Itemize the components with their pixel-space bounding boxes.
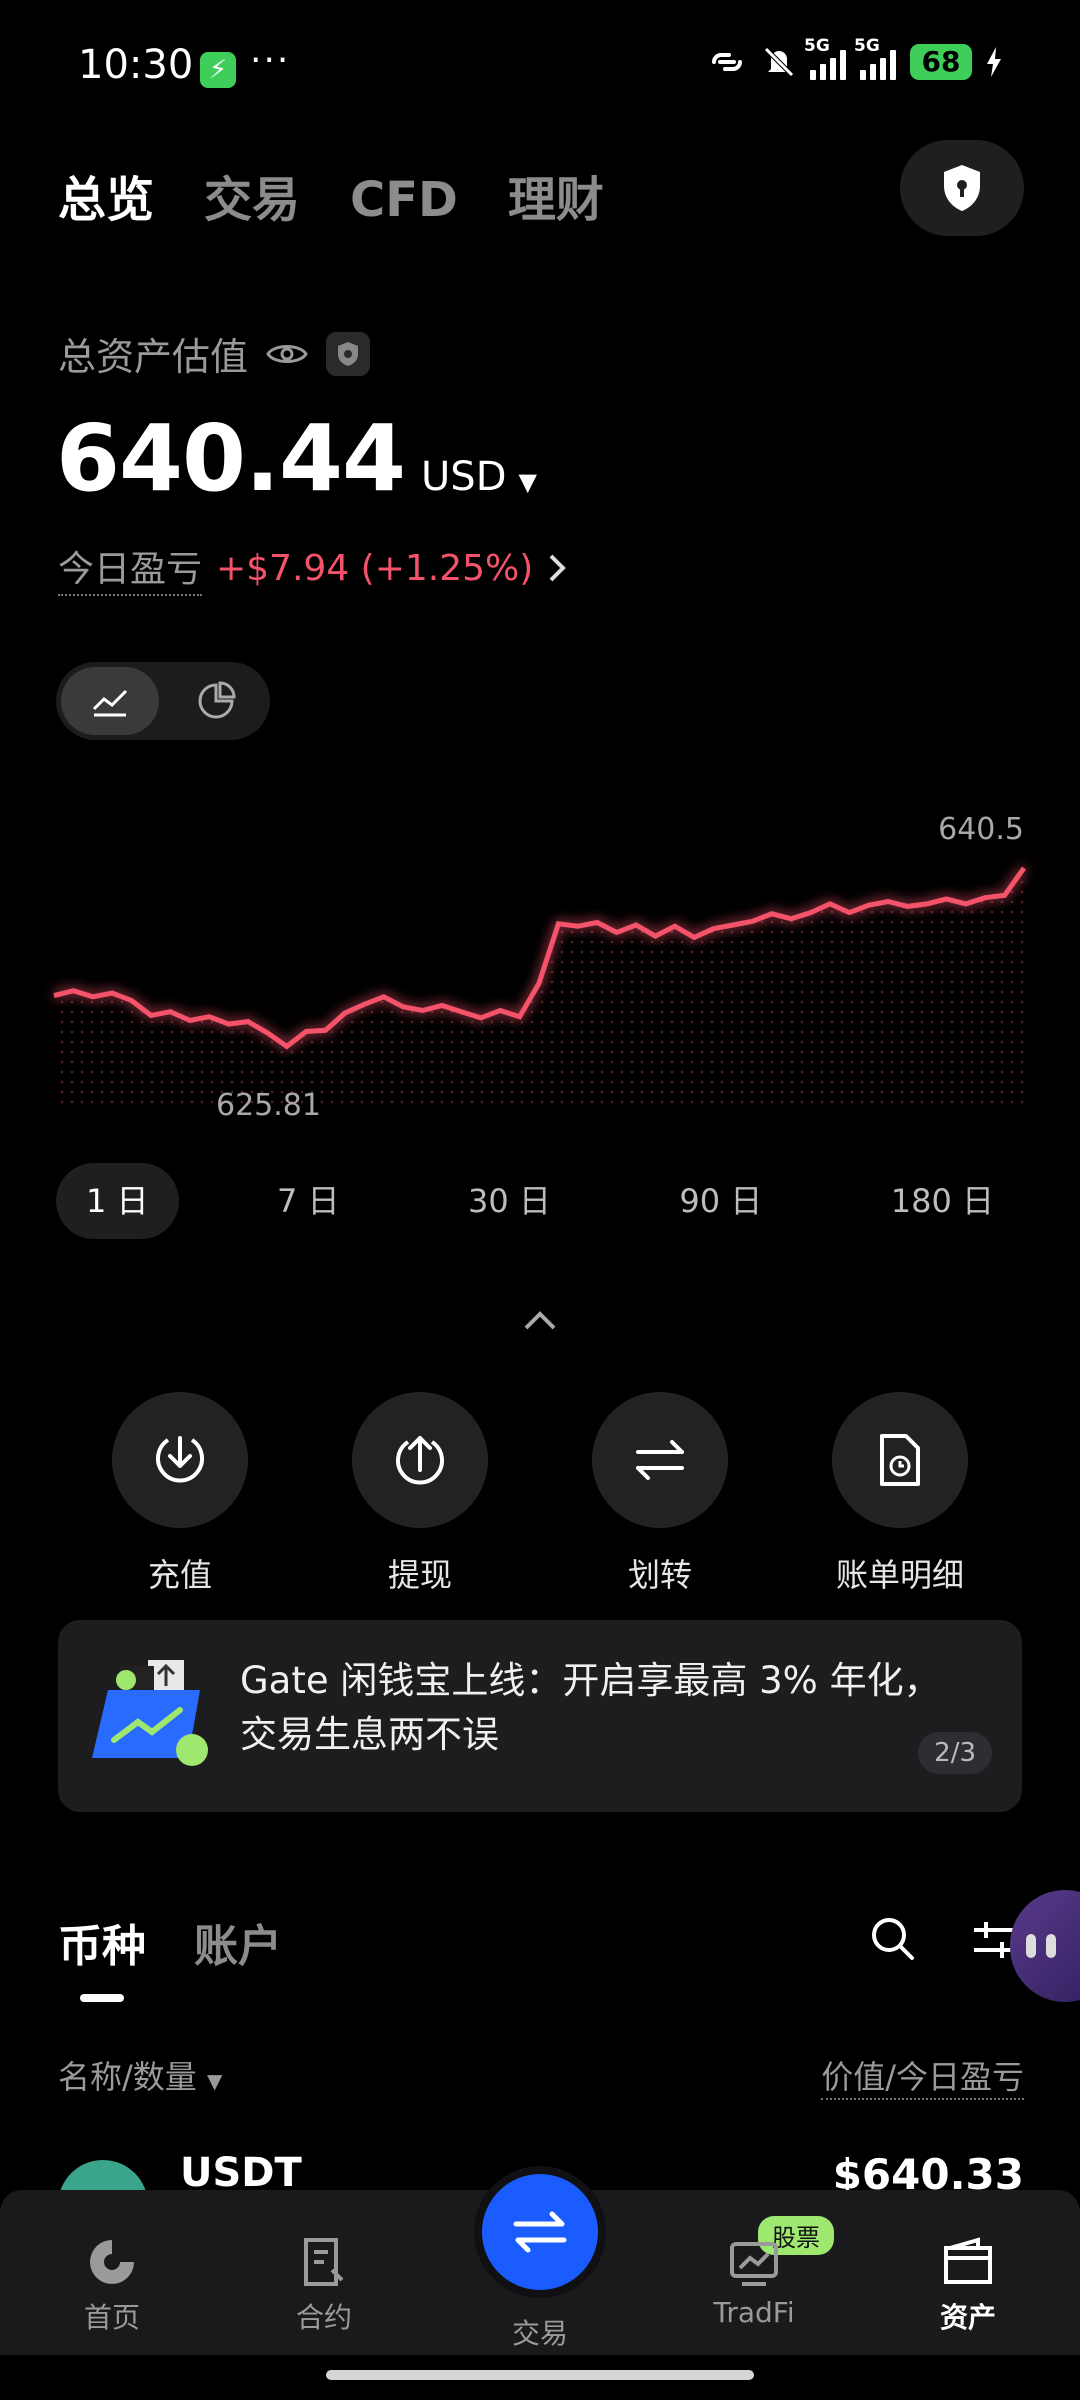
home-indicator [326, 2370, 754, 2380]
charging-app-icon: ⚡ [200, 52, 236, 88]
nav-assets[interactable]: 资产 [908, 2236, 1028, 2336]
battery-level: 68 [910, 44, 972, 80]
deposit-button[interactable]: 充值 [60, 1392, 300, 1596]
holdings-tabs: 币种 账户 [58, 1910, 282, 2002]
chart-max-label: 640.5 [938, 812, 1024, 847]
withdraw-icon [396, 1436, 444, 1485]
deposit-icon [156, 1436, 204, 1483]
sort-caret-icon: ▼ [206, 2069, 223, 2093]
bill-details-label: 账单明细 [835, 1556, 964, 1594]
nav-trade-button[interactable] [482, 2174, 598, 2290]
tab-accounts[interactable]: 账户 [194, 1910, 282, 1974]
banner-text: Gate 闲钱宝上线：开启享最高 3% 年化， 交易生息两不误 [240, 1654, 960, 1762]
withdraw-label: 提现 [387, 1556, 452, 1594]
nav-futures-label: 合约 [295, 2301, 352, 2334]
shield-lock-icon [944, 165, 980, 211]
search-icon[interactable] [868, 1914, 918, 1964]
floating-assistant-button[interactable] [1010, 1890, 1080, 2002]
bill-details-button[interactable]: 账单明细 [780, 1392, 1020, 1596]
wallet-icon [944, 2237, 992, 2284]
list-header: 名称/数量 ▼ 价值/今日盈亏 [58, 2052, 1024, 2100]
tab-cfd[interactable]: CFD [350, 172, 458, 228]
bottom-nav: 首页 合约 交易 股票 TradFi 资产 [0, 2174, 1080, 2355]
withdraw-button[interactable]: 提现 [300, 1392, 540, 1596]
asset-label: 总资产估值 [58, 335, 249, 379]
banner-line-1: Gate 闲钱宝上线：开启享最高 3% 年化， [240, 1659, 941, 1702]
nav-assets-label: 资产 [939, 2301, 996, 2334]
sort-by-name[interactable]: 名称/数量 ▼ [58, 2052, 222, 2100]
range-30d[interactable]: 30 日 [438, 1163, 581, 1239]
chart-min-label: 625.81 [216, 1088, 321, 1123]
signal-2-icon: 5G [854, 36, 896, 80]
home-icon [90, 2240, 134, 2284]
eye-icon[interactable] [266, 339, 308, 369]
range-7d[interactable]: 7 日 [247, 1163, 370, 1239]
top-tabs: 总览 交易 CFD 理财 [58, 160, 604, 230]
range-180d[interactable]: 180 日 [861, 1163, 1024, 1239]
nav-trade-label: 交易 [511, 2317, 568, 2350]
mute-icon [764, 47, 794, 77]
transfer-icon [636, 1440, 684, 1480]
swap-icon [513, 2211, 567, 2253]
contract-icon [304, 2238, 344, 2286]
line-chart-icon [92, 689, 128, 717]
quick-actions: 充值 提现 划转 账单明细 [60, 1392, 1020, 1596]
promo-banner[interactable]: Gate 闲钱宝上线：开启享最高 3% 年化， 交易生息两不误 2/3 [58, 1620, 1022, 1812]
pnl-value: +$7.94 (+1.25%) [216, 547, 534, 589]
nav-home-label: 首页 [83, 2301, 140, 2334]
asset-value: 640.44 USD ▼ [56, 405, 537, 512]
pie-chart-option[interactable] [167, 667, 265, 735]
link-icon [712, 53, 742, 71]
tab-finance[interactable]: 理财 [508, 160, 604, 230]
list-head-left: 名称/数量 [58, 2058, 197, 2096]
pnl-label: 今日盈亏 [58, 540, 203, 596]
chevron-right-icon [549, 554, 567, 582]
signal-1-icon: 5G [804, 36, 846, 80]
chevron-up-icon[interactable] [520, 1300, 560, 1340]
range-selector: 1 日 7 日 30 日 90 日 180 日 [56, 1163, 1024, 1239]
transfer-button[interactable]: 划转 [540, 1392, 780, 1596]
savings-illustration-icon [92, 1660, 208, 1766]
security-button[interactable] [900, 140, 1024, 236]
today-pnl[interactable]: 今日盈亏 +$7.94 (+1.25%) [58, 540, 567, 596]
asset-header: 总资产估值 [58, 326, 371, 381]
more-notifications-icon: ··· [250, 40, 291, 81]
tradfi-icon [730, 2242, 778, 2286]
range-1d[interactable]: 1 日 [56, 1163, 179, 1239]
nav-tradfi-label: TradFi [713, 2296, 795, 2329]
status-time: 10:30 [78, 42, 194, 88]
line-chart-option[interactable] [61, 667, 159, 735]
tab-overview[interactable]: 总览 [58, 160, 154, 230]
tab-trade[interactable]: 交易 [204, 160, 300, 230]
asset-amount: 640.44 [56, 405, 406, 512]
charging-icon [987, 47, 1001, 77]
tab-coins[interactable]: 币种 [58, 1910, 146, 2002]
nav-home[interactable]: 首页 [52, 2236, 172, 2336]
deposit-label: 充值 [147, 1556, 212, 1594]
pie-chart-icon [198, 681, 236, 719]
chevron-down-icon[interactable]: ▼ [519, 468, 537, 496]
nav-futures[interactable]: 合约 [264, 2236, 384, 2336]
bill-icon [880, 1434, 920, 1486]
banner-line-2: 交易生息两不误 [240, 1713, 499, 1756]
asset-line-chart[interactable] [0, 800, 1080, 1130]
range-90d[interactable]: 90 日 [649, 1163, 792, 1239]
chart-type-toggle [56, 662, 270, 740]
currency-selector[interactable]: USD [421, 454, 506, 500]
banner-page-indicator: 2/3 [918, 1732, 992, 1774]
list-head-right[interactable]: 价值/今日盈亏 [821, 2052, 1024, 2100]
nav-tradfi[interactable]: TradFi [694, 2236, 814, 2329]
status-bar: 10:30 ⚡ ··· 5G 5G 68 [0, 0, 1080, 130]
transfer-label: 划转 [627, 1556, 692, 1594]
verified-shield-icon[interactable] [326, 331, 371, 376]
